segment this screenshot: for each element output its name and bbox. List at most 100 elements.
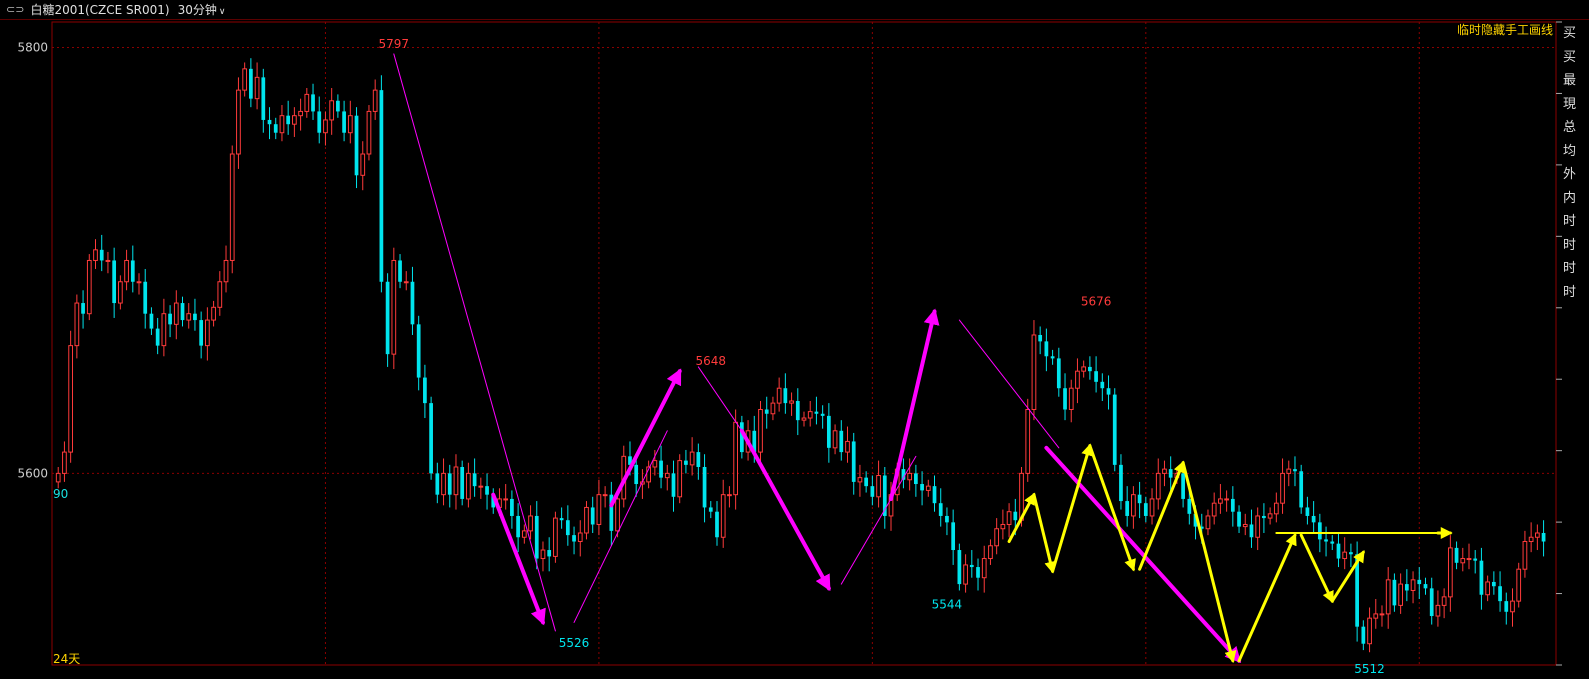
candle-up bbox=[1006, 511, 1012, 525]
candle-down bbox=[1317, 522, 1322, 540]
candle-up bbox=[1367, 617, 1372, 645]
magenta-trend-line bbox=[1044, 445, 1242, 664]
candle-up bbox=[720, 494, 726, 538]
y-tick-label: 5600 bbox=[17, 466, 48, 480]
candle-up bbox=[1410, 579, 1416, 591]
candle-up bbox=[1373, 613, 1379, 619]
candle-down bbox=[1230, 498, 1235, 512]
contract-symbol[interactable]: 白糖2001(CZCE SR001) bbox=[30, 1, 169, 18]
candle-down bbox=[261, 77, 266, 120]
candle-down bbox=[1112, 394, 1117, 465]
candle-down bbox=[1392, 579, 1397, 606]
candle-down bbox=[659, 460, 663, 478]
candle-down bbox=[696, 452, 701, 467]
candle-up bbox=[403, 281, 409, 284]
candle-up bbox=[1342, 551, 1348, 560]
kline-chart[interactable]: 5797 5526 5648 5544 5676 5512 5600 5800 bbox=[0, 20, 1589, 679]
candle-up bbox=[161, 313, 167, 347]
candle-down bbox=[99, 249, 104, 261]
candle-down bbox=[951, 522, 956, 551]
link-icon[interactable]: ⊂⊃ bbox=[6, 3, 24, 16]
candle-up bbox=[105, 259, 111, 262]
candle-down bbox=[1404, 584, 1409, 591]
yellow-trend-line bbox=[1181, 461, 1237, 664]
candle-down bbox=[820, 413, 825, 416]
candle-down bbox=[1417, 579, 1422, 585]
candle-up bbox=[1224, 498, 1229, 501]
candle-down bbox=[1143, 503, 1148, 516]
candle-down bbox=[1336, 543, 1341, 559]
candle-up bbox=[1385, 579, 1391, 615]
candle-down bbox=[429, 403, 433, 474]
candle-down bbox=[342, 111, 346, 133]
hide-drawings-note[interactable]: 临时隐藏手工画线 bbox=[1457, 21, 1553, 38]
candle-up bbox=[1068, 387, 1074, 411]
candle-down bbox=[416, 324, 421, 378]
candle-down bbox=[1491, 581, 1496, 587]
candle-up bbox=[236, 89, 241, 155]
side-char: 买 bbox=[1563, 49, 1577, 65]
candle-up bbox=[1211, 502, 1217, 517]
candle-down bbox=[671, 473, 676, 497]
days-label: 24天 bbox=[53, 652, 81, 666]
candle-up bbox=[254, 76, 260, 100]
candle-up bbox=[1273, 502, 1279, 515]
period-label: 30分钟 bbox=[177, 3, 217, 17]
candle-up bbox=[186, 313, 192, 321]
candle-down bbox=[149, 313, 154, 329]
candle-down bbox=[938, 503, 943, 516]
candle-up bbox=[366, 110, 372, 155]
candle-up bbox=[963, 564, 968, 585]
candle-down bbox=[180, 303, 185, 321]
candle-up bbox=[584, 506, 589, 534]
candle-down bbox=[1473, 558, 1478, 561]
candle-down bbox=[572, 535, 576, 542]
candle-down bbox=[1181, 473, 1185, 499]
candle-up bbox=[1435, 604, 1441, 617]
yellow-trend-line bbox=[1032, 493, 1057, 574]
candle-up bbox=[223, 259, 229, 283]
candle-up bbox=[733, 421, 739, 496]
candle-down bbox=[410, 281, 415, 325]
candle-up bbox=[1267, 513, 1273, 519]
magenta-trend-line bbox=[958, 319, 1060, 449]
candle-up bbox=[1205, 515, 1211, 530]
candle-up bbox=[1485, 581, 1491, 596]
candle-down bbox=[1293, 469, 1297, 472]
candle-up bbox=[242, 68, 248, 91]
candle-up bbox=[298, 110, 303, 117]
candle-up bbox=[1081, 366, 1087, 372]
candle-up bbox=[1441, 596, 1447, 606]
candle-up bbox=[1522, 541, 1528, 570]
price-label-trough: 5526 bbox=[559, 636, 590, 650]
candle-up bbox=[577, 532, 583, 543]
candle-down bbox=[130, 260, 135, 282]
candle-up bbox=[776, 387, 782, 404]
candle-up bbox=[807, 411, 813, 419]
candle-down bbox=[193, 313, 197, 321]
candle-down bbox=[920, 484, 924, 491]
period-selector[interactable]: 30分钟 ∨ bbox=[178, 1, 226, 18]
candle-up bbox=[925, 485, 931, 491]
candle-down bbox=[354, 115, 359, 176]
candle-down bbox=[1063, 388, 1067, 410]
candle-up bbox=[876, 475, 881, 498]
yellow-trend-line bbox=[1299, 533, 1334, 604]
candle-up bbox=[329, 100, 335, 121]
candle-down bbox=[385, 281, 390, 355]
candle-up bbox=[857, 477, 863, 483]
candle-down bbox=[267, 119, 272, 125]
candle-down bbox=[1498, 586, 1502, 602]
candle-up bbox=[1534, 532, 1540, 538]
candle-down bbox=[1100, 381, 1105, 389]
candle-down bbox=[851, 441, 856, 482]
candle-up bbox=[1280, 472, 1285, 504]
candle-up bbox=[1218, 498, 1223, 504]
candle-down bbox=[1423, 584, 1428, 589]
candle-up bbox=[136, 281, 142, 284]
side-char: 时 bbox=[1563, 284, 1577, 300]
candle-down bbox=[435, 473, 440, 495]
chart-grid bbox=[51, 21, 1557, 666]
candle-down bbox=[1106, 388, 1111, 395]
candle-down bbox=[472, 473, 477, 487]
